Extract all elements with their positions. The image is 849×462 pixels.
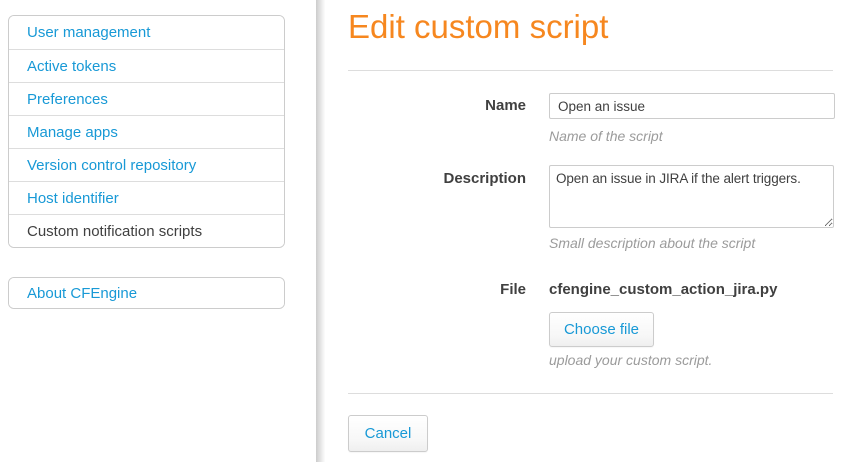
- name-input[interactable]: [549, 93, 835, 119]
- sidebar-item-custom-notification-scripts[interactable]: Custom notification scripts: [9, 214, 284, 247]
- description-textarea[interactable]: Open an issue in JIRA if the alert trigg…: [549, 165, 834, 228]
- settings-nav: User management Active tokens Preference…: [8, 15, 285, 248]
- sidebar-item-version-control-repository[interactable]: Version control repository: [9, 148, 284, 181]
- sidebar-item-preferences[interactable]: Preferences: [9, 82, 284, 115]
- page-title: Edit custom script: [348, 8, 608, 46]
- sidebar-item-host-identifier[interactable]: Host identifier: [9, 181, 284, 214]
- sidebar-item-active-tokens[interactable]: Active tokens: [9, 49, 284, 82]
- name-help-text: Name of the script: [549, 128, 663, 144]
- sidebar-item-about-cfengine[interactable]: About CFEngine: [9, 278, 284, 308]
- name-label: Name: [348, 97, 526, 114]
- description-label: Description: [348, 170, 526, 187]
- footer-divider: [348, 393, 833, 394]
- settings-page: User management Active tokens Preference…: [0, 0, 849, 462]
- file-label: File: [348, 281, 526, 298]
- panel-shadow-divider: [316, 0, 327, 462]
- title-divider: [348, 70, 833, 71]
- about-nav: About CFEngine: [8, 277, 285, 309]
- file-name-text: cfengine_custom_action_jira.py: [549, 281, 777, 298]
- description-help-text: Small description about the script: [549, 235, 755, 251]
- sidebar-item-manage-apps[interactable]: Manage apps: [9, 115, 284, 148]
- sidebar-item-user-management[interactable]: User management: [9, 16, 284, 49]
- choose-file-button[interactable]: Choose file: [549, 312, 654, 347]
- cancel-button[interactable]: Cancel: [348, 415, 428, 452]
- file-help-text: upload your custom script.: [549, 352, 712, 368]
